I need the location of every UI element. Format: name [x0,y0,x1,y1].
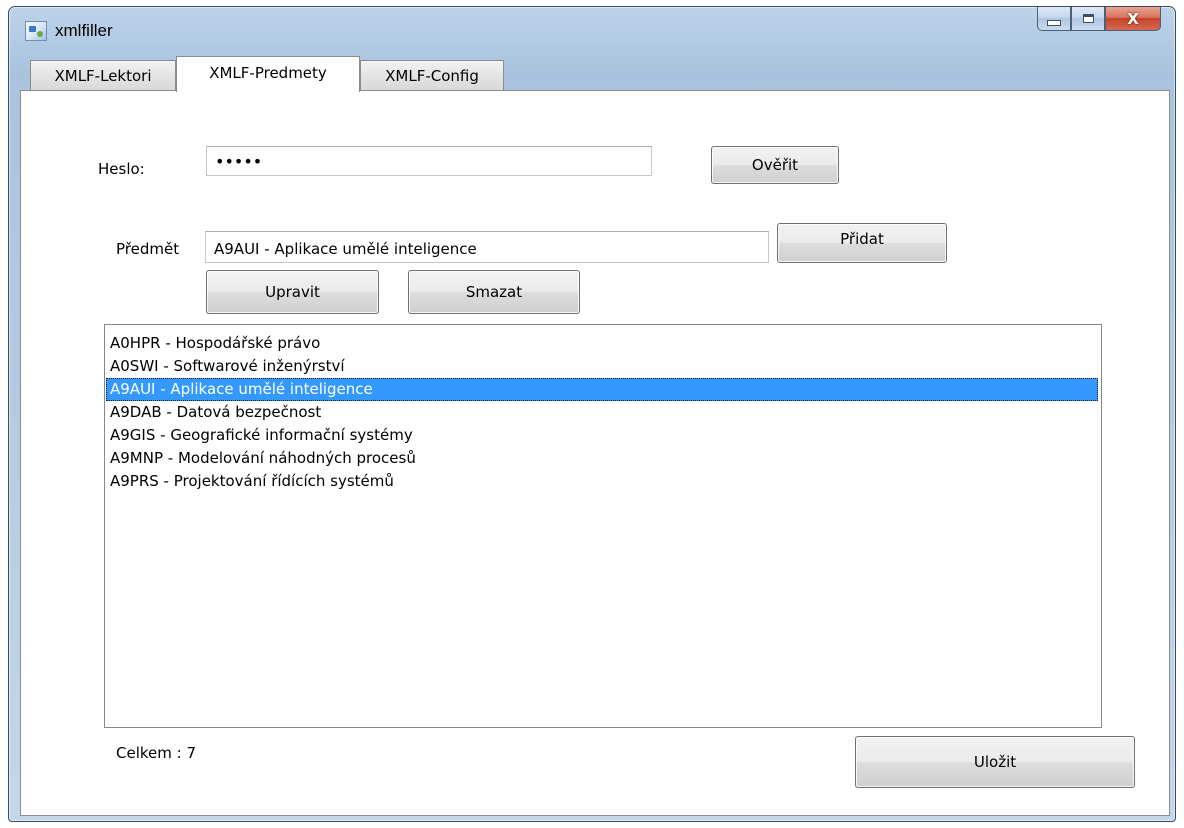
list-item-selected[interactable]: A9AUI - Aplikace umělé inteligence [106,378,1098,401]
list-item[interactable]: A9MNP - Modelování náhodných procesů [106,447,1098,470]
list-item[interactable]: A9DAB - Datová bezpečnost [106,401,1098,424]
window-title: xmlfiller [55,21,113,40]
password-field[interactable] [206,146,652,176]
tab-lektori[interactable]: XMLF-Lektori [30,60,176,90]
edit-button[interactable]: Upravit [206,270,379,314]
list-item[interactable]: A0SWI - Softwarové inženýrství [106,355,1098,378]
list-item[interactable]: A9GIS - Geografické informační systémy [106,424,1098,447]
subject-input[interactable] [205,231,769,263]
caption-buttons: X [1037,7,1161,33]
maximize-button[interactable] [1071,7,1105,31]
password-label: Heslo: [98,160,145,178]
minimize-icon [1047,19,1061,26]
delete-button[interactable]: Smazat [408,270,580,314]
list-item[interactable]: A9PRS - Projektování řídících systémů [106,470,1098,493]
subjects-listbox[interactable]: A0HPR - Hospodářské právo A0SWI - Softwa… [104,324,1102,728]
total-count: Celkem : 7 [116,744,196,762]
close-icon: X [1127,9,1139,28]
add-button[interactable]: Přidat [777,223,947,263]
list-item[interactable]: A0HPR - Hospodářské právo [106,332,1098,355]
save-button[interactable]: Uložit [855,736,1135,788]
tab-config[interactable]: XMLF-Config [360,60,504,90]
tab-predmety[interactable]: XMLF-Predmety [176,56,360,92]
verify-button[interactable]: Ověřit [711,146,839,184]
title-bar[interactable]: xmlfiller X [9,7,1175,53]
close-button[interactable]: X [1105,7,1161,31]
app-icon[interactable] [25,21,47,41]
minimize-button[interactable] [1037,7,1071,31]
maximize-icon [1082,14,1094,23]
subject-label: Předmět [116,240,180,258]
